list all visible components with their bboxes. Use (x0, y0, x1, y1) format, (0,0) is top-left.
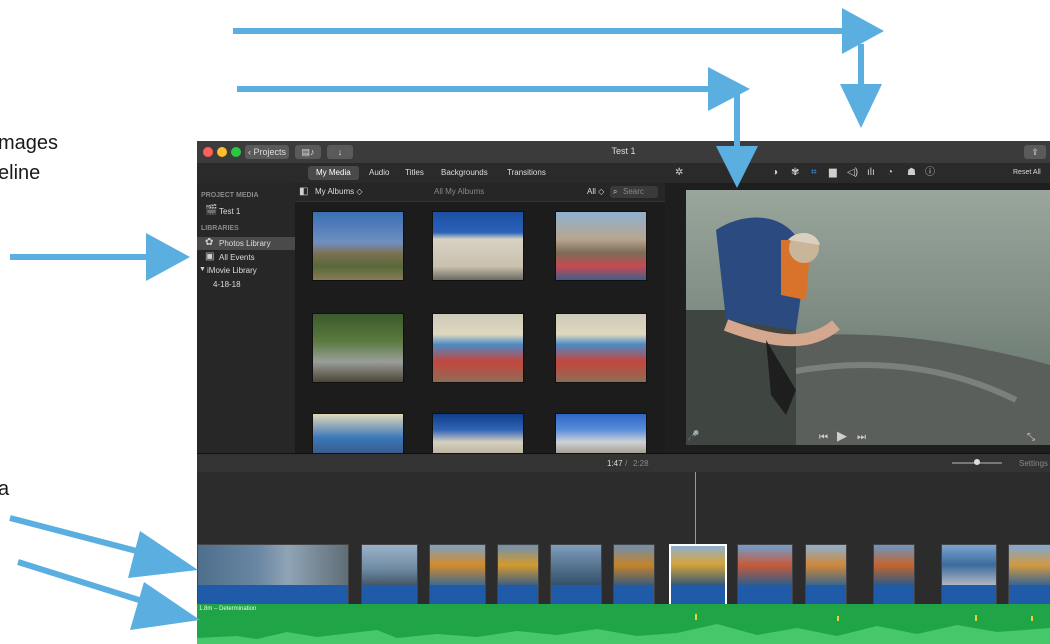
window-title: Test 1 (611, 146, 636, 156)
timeline-clip-selected[interactable] (669, 544, 727, 607)
timeline-header: 1:47 / 2:28 Settings (197, 454, 1050, 472)
breadcrumb[interactable]: All My Albums (434, 187, 484, 196)
browser-toolbar: ◧ My Albums ◇ All My Albums All ◇ ⌕ Sear… (295, 183, 665, 202)
disclosure-icon[interactable]: ▼ (199, 264, 206, 276)
timeline-clip[interactable] (497, 544, 539, 605)
timeline-clip[interactable] (550, 544, 602, 605)
fullscreen-icon[interactable]: ⤡ (1027, 432, 1035, 444)
whale-photo (686, 190, 1050, 445)
share-icon: ⇪ (1031, 147, 1039, 157)
color-balance-icon[interactable]: ◑ (772, 167, 778, 179)
arrow-head-left (146, 233, 190, 281)
arrow-head-down-right (840, 84, 882, 128)
filter-icon[interactable]: ☗ (907, 167, 916, 179)
audio-waveform (197, 614, 1050, 644)
timeline-clip[interactable] (737, 544, 793, 605)
media-thumbnail[interactable] (432, 413, 524, 455)
sidebar-toggle-icon[interactable]: ◧ (299, 186, 308, 198)
preview-image[interactable] (686, 190, 1050, 445)
timeline-clip[interactable] (361, 544, 418, 605)
search-field[interactable]: ⌕ Searc (610, 186, 658, 198)
clapper-icon: 🎬 (205, 205, 218, 216)
search-placeholder: Searc (623, 187, 644, 196)
zoom-slider-knob[interactable] (974, 459, 980, 465)
media-thumbnail[interactable] (312, 211, 404, 281)
libraries-heading: LIBRARIES (201, 225, 239, 232)
sidebar-item-label: 4-18-18 (213, 280, 241, 289)
media-thumbnail[interactable] (555, 313, 647, 383)
timeline-clip[interactable] (805, 544, 847, 605)
tab-my-media[interactable]: My Media (308, 166, 359, 180)
info-icon[interactable]: ⓘ (925, 167, 935, 179)
reset-all-button[interactable]: Reset All (1013, 169, 1041, 176)
media-browser: ◧ My Albums ◇ All My Albums All ◇ ⌕ Sear… (295, 183, 665, 455)
annotation-text-3: a (0, 478, 10, 500)
timecode-separator: / (625, 459, 628, 468)
annotation-text-2: eline (0, 162, 41, 184)
volume-icon[interactable]: ◁) (847, 167, 858, 179)
title-bar: ‹ Projects ▤♪ ↓ Test 1 ⇪ (197, 141, 1050, 164)
album-selector[interactable]: My Albums ◇ (315, 187, 363, 196)
magic-wand-icon[interactable]: ✲ (675, 167, 683, 179)
sidebar-item-photos-library[interactable]: ✿ Photos Library (197, 237, 295, 250)
timecode-current: 1:47 (607, 459, 623, 468)
tab-transitions[interactable]: Transitions (499, 166, 554, 180)
timeline-clip[interactable] (1008, 544, 1050, 605)
sidebar-item-label: Photos Library (219, 239, 271, 248)
microphone-icon[interactable]: 🎤 (687, 431, 699, 443)
library-sidebar: PROJECT MEDIA 🎬 Test 1 LIBRARIES ✿ Photo… (197, 183, 295, 453)
skip-back-icon[interactable]: ⏮ (819, 432, 828, 444)
tab-titles[interactable]: Titles (397, 166, 432, 180)
events-icon: ▣ (205, 251, 215, 262)
media-thumbnail[interactable] (555, 211, 647, 281)
search-icon: ⌕ (613, 187, 618, 196)
media-thumbnail[interactable] (312, 413, 404, 455)
stabilization-icon[interactable]: ▆ (829, 167, 837, 179)
timeline-clip[interactable] (873, 544, 915, 605)
crop-icon[interactable]: ⌗ (811, 167, 817, 179)
arrow-head-right-top (842, 8, 884, 54)
arrow-head-lower-1 (128, 531, 198, 578)
tab-audio[interactable]: Audio (361, 166, 397, 180)
timeline-clip[interactable] (197, 544, 349, 605)
filter-selector[interactable]: All ◇ (587, 187, 604, 196)
annotation-text-1: mages (0, 132, 59, 154)
timeline: 1:47 / 2:28 Settings 1.8m – Determinatio… (197, 453, 1050, 644)
share-button[interactable]: ⇪ (1024, 145, 1046, 159)
sidebar-item-label: Test 1 (219, 207, 241, 216)
sidebar-item-imovie-library[interactable]: ▼ iMovie Library (197, 264, 295, 277)
media-thumbnail[interactable] (432, 211, 524, 281)
timecode-total: 2:28 (633, 459, 649, 468)
adjustments-toolbar: ✲ ◑ ✾ ⌗ ▆ ◁) ılı ◔ ☗ ⓘ Reset All (667, 163, 1050, 183)
photos-icon: ✿ (205, 237, 214, 248)
viewer-panel: ✲ ◑ ✾ ⌗ ▆ ◁) ılı ◔ ☗ ⓘ Reset All 🎤 ⏮ ▶ ⏭… (667, 163, 1050, 453)
sidebar-item-test-1[interactable]: 🎬 Test 1 (197, 205, 295, 218)
timeline-clip[interactable] (429, 544, 486, 605)
skip-forward-icon[interactable]: ⏭ (857, 432, 866, 444)
arrow-line-lower-1 (9, 515, 153, 558)
sidebar-item-label: iMovie Library (207, 266, 257, 275)
project-media-heading: PROJECT MEDIA (201, 192, 259, 199)
color-correction-icon[interactable]: ✾ (791, 167, 799, 179)
zoom-slider[interactable] (952, 459, 1002, 465)
tab-backgrounds[interactable]: Backgrounds (433, 166, 496, 180)
media-thumbnail[interactable] (555, 413, 647, 455)
arrow-head-lower-2 (130, 582, 200, 630)
play-icon[interactable]: ▶ (837, 429, 847, 442)
sidebar-item-label: All Events (219, 253, 255, 262)
imovie-window: ‹ Projects ▤♪ ↓ Test 1 ⇪ My Media Audio … (197, 141, 1050, 644)
timeline-clip[interactable] (941, 544, 997, 605)
arrow-line-lower-2 (17, 559, 156, 608)
audio-track[interactable]: 1.8m – Determination (197, 604, 1050, 644)
arrow-head-right-middle (708, 67, 750, 111)
timeline-clip[interactable] (613, 544, 655, 605)
timeline-settings-button[interactable]: Settings (1019, 459, 1048, 468)
sidebar-item-all-events[interactable]: ▣ All Events (197, 251, 295, 264)
equalizer-icon[interactable]: ılı (867, 167, 875, 179)
media-thumbnail[interactable] (432, 313, 524, 383)
speed-icon[interactable]: ◔ (887, 167, 893, 179)
media-thumbnail[interactable] (312, 313, 404, 383)
sidebar-item-event-4-18-18[interactable]: 4-18-18 (197, 278, 295, 291)
